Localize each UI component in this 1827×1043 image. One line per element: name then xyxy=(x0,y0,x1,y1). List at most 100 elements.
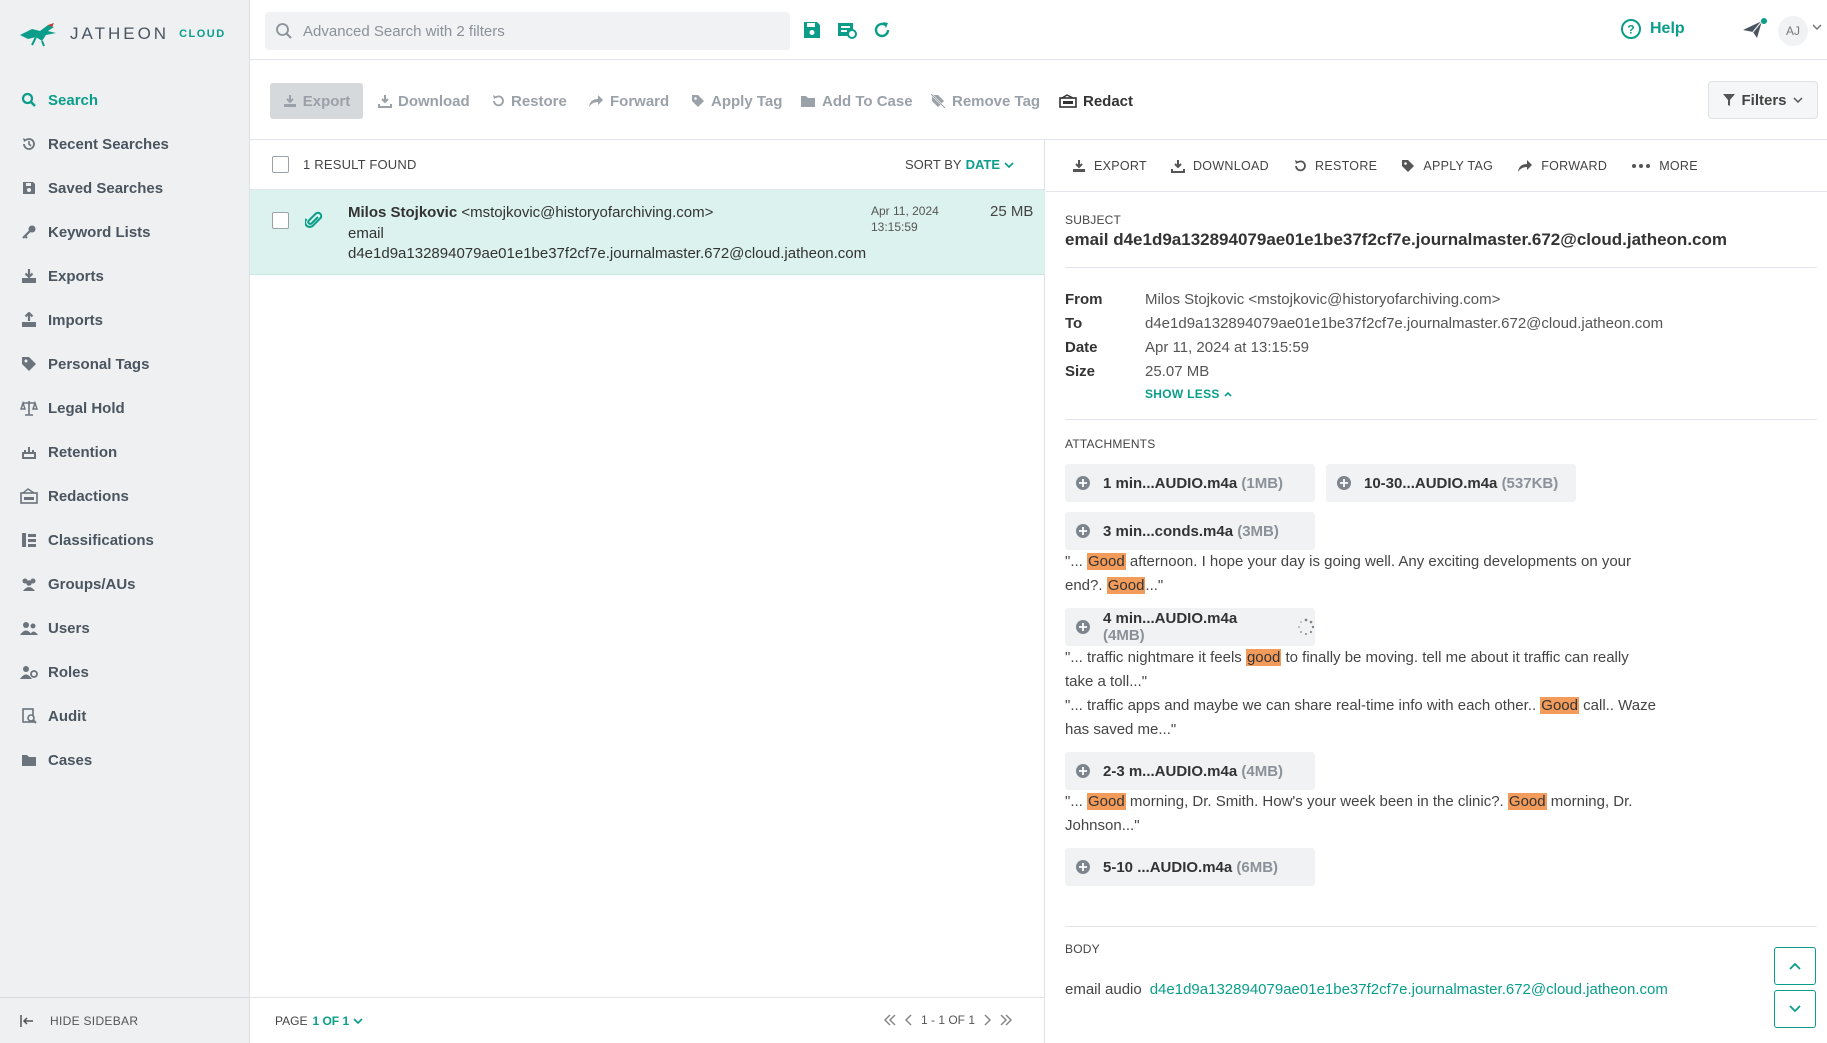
scroll-down-button[interactable] xyxy=(1774,990,1816,1028)
apply-tag-button[interactable]: Apply Tag xyxy=(691,83,782,119)
download-button[interactable]: Download xyxy=(378,83,470,119)
sidebar-item-audit[interactable]: Audit xyxy=(0,694,250,738)
prev-page-icon[interactable] xyxy=(905,1014,913,1026)
body-link[interactable]: d4e1d9a132894079ae01e1be37f2cf7e.journal… xyxy=(1150,981,1668,998)
forward-button[interactable]: Forward xyxy=(588,83,669,119)
sidebar-item-roles[interactable]: Roles xyxy=(0,650,250,694)
attachment-name: 4 min...AUDIO.m4a xyxy=(1103,610,1238,627)
sidebar-item-groups[interactable]: Groups/AUs xyxy=(0,562,250,606)
search-actions xyxy=(802,20,892,40)
dragon-logo-icon xyxy=(20,23,56,47)
attachment-chip[interactable]: 2-3 m...AUDIO.m4a (4MB) xyxy=(1065,752,1315,790)
redact-label: Redact xyxy=(1083,92,1134,110)
attachment-chip[interactable]: 4 min...AUDIO.m4a (4MB) xyxy=(1065,608,1315,646)
sidebar-item-label: Classifications xyxy=(48,531,154,549)
sidebar-item-label: Redactions xyxy=(48,487,129,505)
notifications-send-icon[interactable] xyxy=(1742,18,1768,42)
hide-sidebar-button[interactable]: HIDE SIDEBAR xyxy=(0,997,250,1043)
loading-spinner-icon xyxy=(1297,618,1315,636)
attachment-chip[interactable]: 5-10 ...AUDIO.m4a (6MB) xyxy=(1065,848,1315,886)
saved-searches-icon[interactable] xyxy=(836,20,858,40)
search-input[interactable] xyxy=(303,22,773,40)
chevron-down-icon[interactable] xyxy=(353,1017,363,1024)
restore-button[interactable]: Restore xyxy=(491,83,567,119)
time-text: 13:15:59 xyxy=(871,220,918,234)
sidebar-item-classifications[interactable]: Classifications xyxy=(0,518,250,562)
sidebar-item-imports[interactable]: Imports xyxy=(0,298,250,342)
redact-button[interactable]: Redact xyxy=(1059,83,1133,119)
sidebar-item-redactions[interactable]: Redactions xyxy=(0,474,250,518)
attachment-chip[interactable]: 1 min...AUDIO.m4a (1MB) xyxy=(1065,464,1315,502)
sender-email: <mstojkovic@historyofarchiving.com> xyxy=(461,204,714,221)
first-page-icon[interactable] xyxy=(883,1014,897,1026)
attachment-chip[interactable]: 10-30...AUDIO.m4a (537KB) xyxy=(1326,464,1576,502)
help-button[interactable]: ? Help xyxy=(1620,18,1685,40)
export-label: Export xyxy=(302,92,351,110)
next-page-icon[interactable] xyxy=(983,1014,992,1026)
sort-control[interactable]: SORT BY DATE xyxy=(905,157,1014,172)
sidebar-item-search[interactable]: Search xyxy=(0,78,250,122)
avatar[interactable]: AJ xyxy=(1778,16,1808,46)
detail-more-button[interactable]: MORE xyxy=(1631,159,1698,173)
scroll-up-button[interactable] xyxy=(1774,947,1816,985)
restore-icon xyxy=(491,94,505,108)
sidebar-item-label: Users xyxy=(48,619,90,637)
more-dots-icon xyxy=(1631,163,1651,169)
sidebar-item-personal-tags[interactable]: Personal Tags xyxy=(0,342,250,386)
meta-key: From xyxy=(1065,290,1103,308)
meta-row-size: Size 25.07 MB xyxy=(1065,359,1663,383)
forward-label: Forward xyxy=(610,92,670,110)
last-page-icon[interactable] xyxy=(999,1014,1013,1026)
sidebar-item-retention[interactable]: Retention xyxy=(0,430,250,474)
sidebar-item-cases[interactable]: Cases xyxy=(0,738,250,782)
filters-button[interactable]: Filters xyxy=(1708,81,1818,119)
table-row[interactable]: Milos Stojkovic <mstojkovic@historyofarc… xyxy=(250,190,1045,275)
search-bar[interactable] xyxy=(265,12,790,50)
export-button[interactable]: Export xyxy=(270,83,363,119)
search-hit-snippet: "... Good afternoon. I hope your day is … xyxy=(1065,550,1660,598)
sidebar-item-recent-searches[interactable]: Recent Searches xyxy=(0,122,250,166)
refresh-icon[interactable] xyxy=(872,20,892,40)
sidebar-item-label: Groups/AUs xyxy=(48,575,136,593)
attachment-chip[interactable]: 3 min...conds.m4a (3MB) xyxy=(1065,512,1315,550)
pagination-footer: PAGE 1 OF 1 1 - 1 OF 1 xyxy=(250,997,1045,1043)
detail-export-label: EXPORT xyxy=(1094,158,1147,173)
audit-icon xyxy=(20,707,38,725)
remove-tag-button[interactable]: Remove Tag xyxy=(930,83,1040,119)
results-pane: 1 RESULT FOUND SORT BY DATE Milos Stojko… xyxy=(250,140,1045,1043)
chevron-down-icon xyxy=(1789,1005,1801,1013)
sidebar-item-legal-hold[interactable]: Legal Hold xyxy=(0,386,250,430)
sidebar-item-exports[interactable]: Exports xyxy=(0,254,250,298)
detail-download-button[interactable]: DOWNLOAD xyxy=(1170,159,1269,173)
detail-forward-button[interactable]: FORWARD xyxy=(1517,159,1607,173)
save-search-icon[interactable] xyxy=(802,20,822,40)
sort-value[interactable]: DATE xyxy=(966,157,1000,172)
meta-key: Date xyxy=(1065,338,1098,356)
sidebar-item-label: Keyword Lists xyxy=(48,223,151,241)
snippet-text: "... traffic apps and maybe we can share… xyxy=(1065,697,1541,714)
subject-line: d4e1d9a132894079ae01e1be37f2cf7e.journal… xyxy=(348,245,867,262)
show-less-button[interactable]: SHOW LESS xyxy=(1145,387,1663,401)
select-all-checkbox[interactable] xyxy=(272,156,289,173)
page-select[interactable]: 1 OF 1 xyxy=(312,1014,349,1028)
attachment-icon xyxy=(305,210,323,230)
tag-icon xyxy=(1401,159,1415,173)
detail-restore-button[interactable]: RESTORE xyxy=(1293,159,1377,173)
app-logo[interactable]: JATHEON CLOUD xyxy=(18,18,226,50)
sidebar-item-users[interactable]: Users xyxy=(0,606,250,650)
meta-row-date: Date Apr 11, 2024 at 13:15:59 xyxy=(1065,335,1663,359)
detail-export-button[interactable]: EXPORT xyxy=(1072,159,1147,173)
chevron-down-icon[interactable] xyxy=(1812,24,1822,30)
sidebar-item-label: Saved Searches xyxy=(48,179,164,197)
users-icon xyxy=(20,619,38,637)
detail-apply-tag-button[interactable]: APPLY TAG xyxy=(1401,159,1493,173)
add-to-case-button[interactable]: Add To Case xyxy=(800,83,913,119)
result-sender: Milos Stojkovic <mstojkovic@historyofarc… xyxy=(348,204,713,221)
row-checkbox[interactable] xyxy=(272,212,289,229)
plus-circle-icon xyxy=(1075,523,1091,539)
detail-restore-label: RESTORE xyxy=(1315,158,1378,173)
sidebar-item-saved-searches[interactable]: Saved Searches xyxy=(0,166,250,210)
meta-value: d4e1d9a132894079ae01e1be37f2cf7e.journal… xyxy=(1145,314,1664,332)
page-range: 1 - 1 OF 1 xyxy=(921,1013,976,1027)
sidebar-item-keyword-lists[interactable]: Keyword Lists xyxy=(0,210,250,254)
